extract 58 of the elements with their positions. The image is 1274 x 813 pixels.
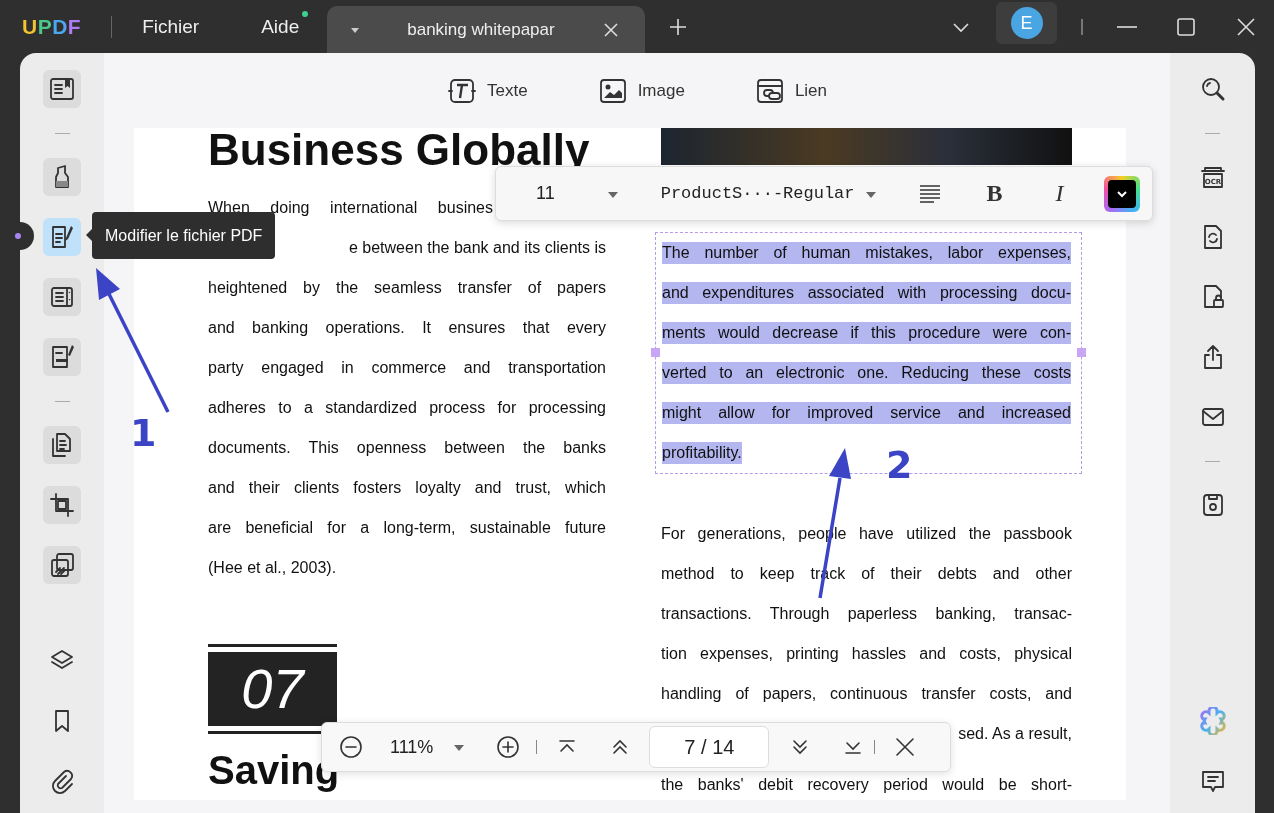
text-line: heightened by the seamless transfer of papers	[208, 278, 606, 298]
text-line: (Hee et al., 2003).	[208, 558, 337, 578]
text-line: tion expenses, printing hassles and costs, physical	[661, 644, 1072, 664]
text-line: sed. As a result,	[958, 724, 1072, 744]
tool-button[interactable]	[43, 486, 81, 524]
font-size-dropdown[interactable]: 11	[536, 183, 619, 204]
resize-handle[interactable]	[651, 348, 660, 357]
italic-button[interactable]: I	[1039, 175, 1080, 212]
text-line: and banking operations. It ensures that every	[208, 318, 606, 338]
tool-button[interactable]	[43, 218, 81, 256]
bold-button[interactable]: B	[974, 175, 1015, 212]
add-tab-icon[interactable]	[668, 16, 689, 37]
text-line: and their clients fosters loyalty and trust, which	[208, 478, 606, 498]
tool-button[interactable]	[43, 158, 81, 196]
text-line: are beneficial for a long-term, sustainable future	[208, 518, 606, 538]
zoom-in-icon	[496, 735, 521, 759]
text-line: e between the bank and its clients is	[348, 238, 606, 258]
colorful-flower-icon	[1198, 707, 1227, 735]
toolbar-button[interactable]: Image	[597, 75, 685, 106]
annotation-number: 2	[886, 443, 913, 487]
tool-button[interactable]	[43, 546, 81, 584]
text-line: documents. This openness between the banks	[208, 438, 606, 458]
crop-icon	[48, 491, 76, 519]
zoom-dropdown[interactable]: 111%	[390, 736, 466, 758]
annotation-number: 1	[130, 411, 157, 455]
color-picker-button[interactable]	[1103, 175, 1140, 212]
tool-button[interactable]	[43, 278, 81, 316]
document-tab[interactable]: banking whitepapar	[327, 6, 646, 53]
toolbar-button[interactable]: Lien	[754, 75, 827, 106]
book-icon	[48, 75, 76, 103]
text-line: handling of papers, continuous transfer costs, and	[661, 684, 1072, 704]
text-line: party engaged in commerce and transportation	[208, 358, 606, 378]
font-dropdown[interactable]: ProductS···-Regular	[660, 184, 877, 203]
menu-item[interactable]: Aide	[261, 15, 300, 38]
tooltip: Modifier le fichier PDF	[92, 212, 276, 259]
resize-handle[interactable]	[1077, 348, 1086, 357]
page-number-field[interactable]: 7 / 14	[649, 726, 770, 768]
tool-button[interactable]	[43, 426, 81, 464]
zoom-out-icon	[339, 735, 363, 759]
toolbar-button[interactable]: Texte	[447, 75, 528, 106]
tool-button[interactable]	[43, 338, 81, 376]
tab-title: banking whitepapar	[407, 19, 556, 40]
heading: Business Globally	[208, 128, 591, 172]
tool-button[interactable]	[43, 70, 81, 108]
section-number: 07	[208, 652, 337, 726]
avatar: E	[1010, 7, 1043, 39]
align-justify-icon	[917, 182, 942, 205]
close-icon[interactable]	[1236, 16, 1256, 37]
maximize-icon[interactable]	[1176, 16, 1196, 37]
stacked-pages-icon	[48, 551, 76, 579]
text-line: adheres to a standardized process for processing	[208, 398, 606, 418]
text-line: transactions. Through paperless banking, transac-	[661, 604, 1072, 624]
close-icon[interactable]	[603, 21, 620, 38]
chevron-down-icon	[1107, 179, 1136, 208]
zoom-bar-button[interactable]	[495, 734, 522, 760]
menu-item[interactable]: Fichier	[142, 15, 200, 38]
text-line: the banks' debit recovery period would be short-	[661, 776, 1072, 794]
zoom-bar-button[interactable]	[338, 734, 364, 760]
